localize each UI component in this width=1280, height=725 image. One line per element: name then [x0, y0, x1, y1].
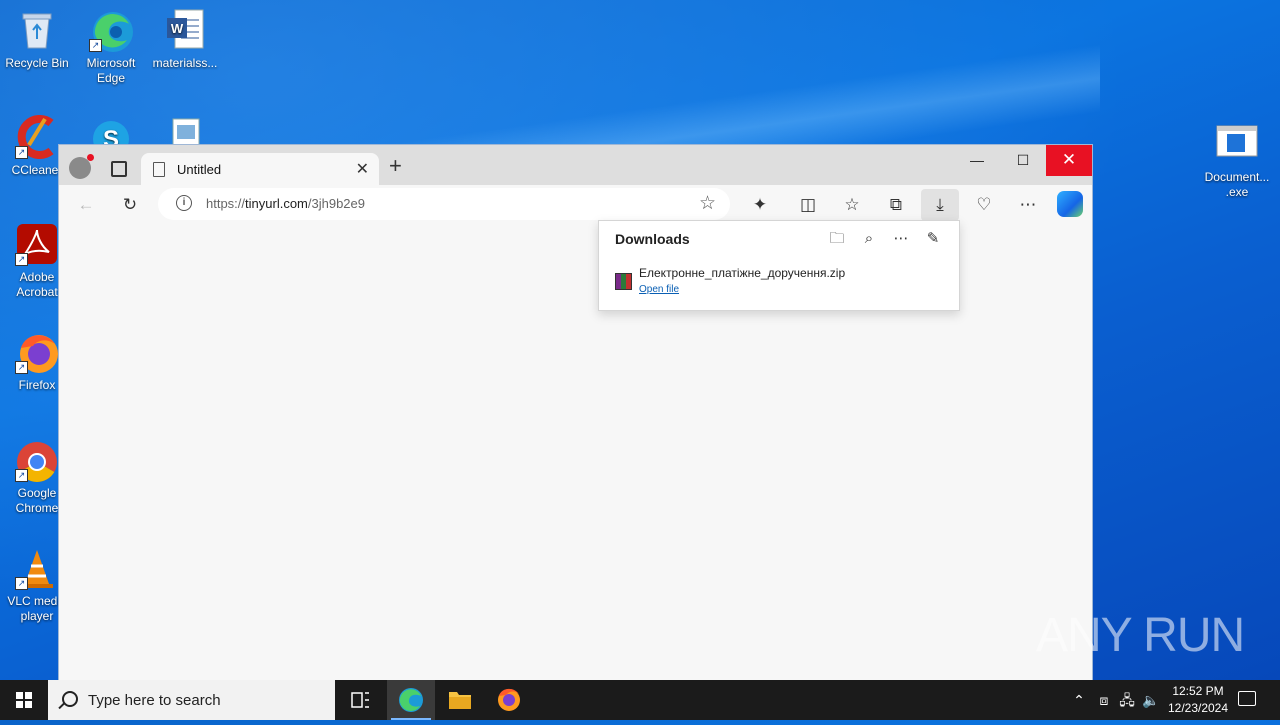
shortcut-arrow-icon: ↗ — [15, 469, 28, 482]
open-folder-icon[interactable]: 🗀 — [825, 227, 849, 251]
acrobat-icon: ↗ — [15, 222, 59, 266]
search-icon — [62, 691, 78, 707]
taskbar: Type here to search ⌃ ⧈ 🖧 🔈 12:52 PM 12/… — [0, 680, 1280, 720]
collections-icon[interactable]: ⧉ — [883, 192, 909, 218]
minimize-button[interactable]: — — [954, 145, 1000, 176]
show-hidden-icons-chevron[interactable]: ⌃ — [1068, 680, 1090, 720]
word-document-icon: W — [163, 8, 207, 52]
download-filename: Електронне_платіжне_доручення.zip — [639, 266, 846, 280]
notifications-icon[interactable] — [1238, 691, 1256, 706]
desktop-icon-word-doc[interactable]: W materialss... — [148, 8, 222, 71]
desktop-icon-label: Document... .exe — [1204, 170, 1270, 199]
tab-actions-icon[interactable] — [111, 161, 127, 177]
favorites-icon[interactable]: ☆ — [839, 192, 865, 218]
url-host: tinyurl.com — [245, 196, 308, 211]
downloads-button[interactable]: ⤓ — [921, 189, 959, 221]
tab-untitled[interactable]: Untitled ✕ — [141, 153, 379, 185]
svg-text:W: W — [171, 21, 184, 36]
navigation-toolbar: ← ↻ i https://tinyurl.com/3jh9b2e9 ☆ ✦ ◫… — [59, 185, 1092, 223]
refresh-button[interactable]: ↻ — [117, 192, 143, 218]
url-path: /3jh9b2e9 — [307, 196, 366, 211]
copilot-icon[interactable] — [1057, 191, 1083, 217]
maximize-button[interactable]: ☐ — [1000, 145, 1046, 176]
firefox-icon — [498, 688, 520, 711]
desktop-icon-document-exe[interactable]: Document... .exe — [1200, 122, 1274, 200]
executable-icon — [1215, 122, 1259, 166]
browser-essentials-icon[interactable]: ♡ — [971, 192, 997, 218]
network-icon[interactable]: 🖧 — [1116, 680, 1138, 720]
split-screen-icon[interactable]: ◫ — [795, 192, 821, 218]
desktop-icon-label: Recycle Bin — [5, 56, 69, 70]
downloads-flyout: Downloads 🗀 ⌕ ⋯ ✎ Електронне_платіжне_до… — [598, 220, 960, 311]
taskbar-file-explorer[interactable] — [436, 680, 484, 720]
url-text: https://tinyurl.com/3jh9b2e9 — [206, 196, 365, 211]
close-window-button[interactable]: ✕ — [1046, 145, 1092, 176]
more-options-icon[interactable]: ⋯ — [889, 227, 913, 251]
shortcut-arrow-icon: ↗ — [89, 39, 102, 52]
windows-logo-icon — [16, 692, 32, 708]
settings-more-icon[interactable]: ⋯ — [1015, 192, 1041, 218]
recycle-bin-icon — [15, 8, 59, 52]
desktop-icon-recycle-bin[interactable]: Recycle Bin — [0, 8, 74, 71]
favorite-star-icon[interactable]: ☆ — [699, 192, 716, 215]
taskbar-clock[interactable]: 12:52 PM 12/23/2024 — [1160, 683, 1236, 717]
shortcut-arrow-icon: ↗ — [15, 577, 28, 590]
title-bar: Untitled ✕ + — ☐ ✕ — [59, 145, 1092, 185]
folder-icon — [449, 692, 471, 709]
volume-icon[interactable]: 🔈 — [1140, 680, 1162, 720]
tab-title: Untitled — [177, 162, 222, 177]
downloads-header: Downloads — [615, 231, 690, 247]
anyrun-watermark: ANY RUN — [1036, 609, 1245, 662]
taskbar-search-box[interactable]: Type here to search — [48, 680, 335, 720]
desktop-icon-label: materialss... — [152, 56, 218, 70]
vlc-cone-icon: ↗ — [15, 546, 59, 590]
edge-browser-window: Untitled ✕ + — ☐ ✕ ← ↻ i https://tinyurl… — [59, 145, 1092, 680]
new-tab-button[interactable]: + — [389, 153, 402, 179]
extensions-icon[interactable]: ✦ — [747, 192, 773, 218]
taskbar-edge[interactable] — [387, 680, 435, 720]
back-button[interactable]: ← — [73, 192, 99, 218]
chrome-icon: ↗ — [15, 438, 59, 482]
task-view-icon — [351, 692, 369, 708]
start-button[interactable] — [0, 680, 48, 720]
shortcut-arrow-icon: ↗ — [15, 146, 28, 159]
tray-app-icon[interactable]: ⧈ — [1094, 680, 1114, 720]
open-file-link[interactable]: Open file — [639, 284, 679, 295]
desktop-icon-edge[interactable]: ↗ Microsoft Edge — [74, 8, 148, 86]
search-downloads-icon[interactable]: ⌕ — [857, 227, 881, 251]
edge-icon — [399, 688, 423, 712]
search-placeholder: Type here to search — [88, 692, 221, 709]
page-icon — [153, 162, 165, 177]
close-tab-icon[interactable]: ✕ — [356, 159, 369, 179]
zip-archive-icon — [615, 273, 632, 290]
shortcut-arrow-icon: ↗ — [15, 361, 28, 374]
pin-icon[interactable]: ✎ — [921, 227, 945, 251]
clock-date: 12/23/2024 — [1167, 701, 1229, 715]
shortcut-arrow-icon: ↗ — [15, 253, 28, 266]
site-info-icon[interactable]: i — [176, 195, 192, 211]
task-view-button[interactable] — [336, 680, 384, 720]
taskbar-firefox[interactable] — [485, 680, 533, 720]
ccleaner-icon: ↗ — [15, 115, 59, 159]
clock-time: 12:52 PM — [1172, 684, 1224, 698]
url-scheme: https:// — [206, 196, 246, 211]
profile-avatar-icon[interactable] — [69, 154, 94, 179]
address-bar[interactable]: i https://tinyurl.com/3jh9b2e9 ☆ — [158, 188, 730, 220]
desktop-icon-label: Microsoft Edge — [86, 56, 136, 85]
edge-icon: ↗ — [89, 8, 133, 52]
firefox-icon: ↗ — [15, 330, 59, 374]
